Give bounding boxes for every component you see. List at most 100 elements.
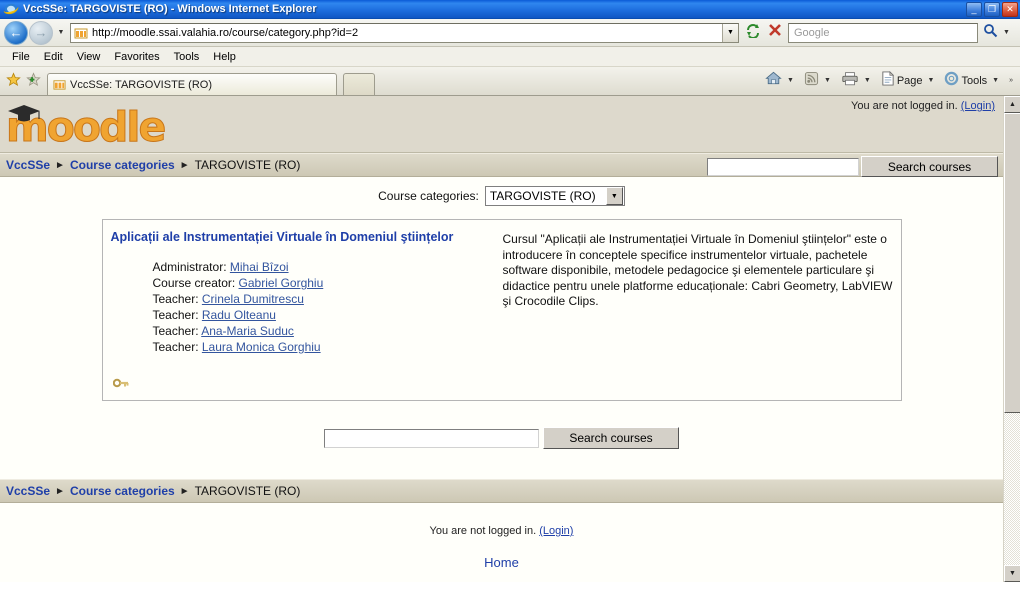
- add-star-icon: [25, 72, 41, 92]
- breadcrumb-separator-icon: ►: [55, 159, 65, 171]
- home-caret-icon[interactable]: ▼: [784, 77, 797, 84]
- person-role: Teacher:: [152, 292, 199, 306]
- browser-tab-active[interactable]: VccSSe: TARGOVISTE (RO): [47, 73, 337, 95]
- person-name-link[interactable]: Laura Monica Gorghiu: [202, 340, 321, 354]
- forward-button[interactable]: →: [29, 20, 53, 45]
- login-status-text: You are not logged in.: [851, 100, 958, 112]
- breadcrumb-item-vccsse[interactable]: VccSSe: [6, 484, 50, 498]
- chevron-down-icon[interactable]: ▼: [605, 187, 623, 205]
- scroll-up-button[interactable]: ▲: [1004, 96, 1020, 113]
- breadcrumb-item-current: TARGOVISTE (RO): [194, 484, 301, 498]
- feeds-caret-icon[interactable]: ▼: [821, 77, 834, 84]
- list-item: Teacher: Laura Monica Gorghiu: [153, 339, 487, 355]
- login-status: You are not logged in. (Login): [851, 100, 995, 112]
- person-name-link[interactable]: Gabriel Gorghiu: [239, 276, 324, 290]
- window-title-bar: VccSSe: TARGOVISTE (RO) - Windows Intern…: [0, 0, 1020, 19]
- command-overflow-button[interactable]: »: [1006, 77, 1016, 84]
- breadcrumb-separator-icon: ►: [179, 159, 190, 171]
- back-arrow-icon: ←: [9, 25, 23, 40]
- address-url-text: http://moodle.ssai.valahia.ro/course/cat…: [92, 26, 359, 39]
- person-role: Administrator:: [152, 260, 227, 274]
- breadcrumb-item-vccsse[interactable]: VccSSe: [6, 158, 50, 172]
- favorites-center-button[interactable]: [3, 71, 23, 93]
- printer-icon: [841, 71, 859, 91]
- address-toolbar: ← → ▼ http://moodle.ssai.valahia.ro/cour…: [0, 19, 1020, 47]
- bottom-navbar-wrapper: VccSSe ► Course categories ► TARGOVISTE …: [0, 479, 1003, 503]
- address-dropdown-icon[interactable]: ▼: [722, 23, 738, 42]
- browser-search-go[interactable]: ▼: [980, 22, 1016, 43]
- menu-item-help[interactable]: Help: [206, 50, 243, 64]
- restore-button[interactable]: ❐: [984, 2, 1000, 17]
- back-button[interactable]: ←: [4, 20, 28, 45]
- new-tab-button[interactable]: [343, 73, 375, 95]
- moodle-site-header: moodle You are not logged in. (Login): [0, 96, 1003, 153]
- bottom-search-courses-button[interactable]: Search courses: [543, 427, 679, 449]
- refresh-button[interactable]: [742, 22, 764, 43]
- course-category-select[interactable]: TARGOVISTE (RO) ▼: [484, 186, 625, 206]
- graduation-cap-icon: [6, 102, 42, 131]
- scrollbar-thumb[interactable]: [1004, 113, 1020, 413]
- menu-item-view[interactable]: View: [70, 50, 108, 64]
- header-search-input[interactable]: [707, 157, 859, 176]
- minimize-button[interactable]: _: [966, 2, 982, 17]
- list-item: Course creator: Gabriel Gorghiu: [153, 275, 487, 291]
- tools-menu-label: Tools: [961, 74, 988, 87]
- login-link[interactable]: (Login): [961, 100, 995, 112]
- browser-search-caret[interactable]: ▼: [1000, 29, 1013, 36]
- window-title: VccSSe: TARGOVISTE (RO) - Windows Intern…: [23, 3, 317, 15]
- person-name-link[interactable]: Mihai Bîzoi: [230, 260, 289, 274]
- course-people-list: Administrator: Mihai Bîzoi Course creato…: [153, 259, 487, 355]
- person-name-link[interactable]: Radu Olteanu: [202, 308, 276, 322]
- feeds-button[interactable]: ▼: [801, 70, 837, 92]
- home-button[interactable]: ▼: [762, 69, 800, 92]
- scroll-down-button[interactable]: ▼: [1004, 565, 1020, 582]
- menu-item-favorites[interactable]: Favorites: [107, 50, 166, 64]
- browser-search-placeholder: Google: [794, 26, 830, 39]
- close-button[interactable]: ✕: [1002, 2, 1018, 17]
- breadcrumb-item-current: TARGOVISTE (RO): [194, 158, 301, 172]
- footer-login-status: You are not logged in. (Login): [0, 525, 1003, 537]
- moodle-favicon: [74, 26, 88, 40]
- print-button[interactable]: ▼: [838, 70, 877, 92]
- breadcrumb: VccSSe ► Course categories ► TARGOVISTE …: [6, 484, 300, 498]
- header-search-courses-button[interactable]: Search courses: [861, 156, 998, 177]
- key-icon: [112, 376, 129, 394]
- footer-home: Home: [0, 555, 1003, 570]
- vertical-scrollbar[interactable]: ▲ ▼: [1003, 96, 1020, 582]
- stop-button[interactable]: [764, 22, 786, 43]
- page-caret-icon[interactable]: ▼: [925, 77, 938, 84]
- breadcrumb-item-course-categories[interactable]: Course categories: [70, 484, 175, 498]
- breadcrumb-separator-icon: ►: [55, 485, 65, 497]
- footer-login-link[interactable]: (Login): [539, 525, 573, 537]
- page-menu-label: Page: [896, 74, 923, 87]
- course-listing-box: Aplicații ale Instrumentației Virtuale î…: [101, 219, 902, 401]
- person-role: Course creator:: [152, 276, 236, 290]
- moodle-logo[interactable]: moodle: [4, 100, 167, 148]
- history-dropdown-button[interactable]: ▼: [54, 22, 68, 44]
- page-menu-button[interactable]: Page ▼: [878, 70, 941, 92]
- menu-item-edit[interactable]: Edit: [37, 50, 70, 64]
- browser-search-input[interactable]: Google: [788, 22, 978, 43]
- tab-bar: VccSSe: TARGOVISTE (RO) ▼ ▼ ▼ Page ▼ Too…: [0, 67, 1020, 96]
- home-link[interactable]: Home: [484, 555, 519, 570]
- list-item: Teacher: Radu Olteanu: [153, 307, 487, 323]
- top-navbar: VccSSe ► Course categories ► TARGOVISTE …: [0, 153, 1003, 177]
- print-caret-icon[interactable]: ▼: [861, 77, 874, 84]
- course-name-link[interactable]: Aplicații ale Instrumentației Virtuale î…: [111, 230, 487, 245]
- search-icon: [983, 23, 998, 43]
- menu-item-tools[interactable]: Tools: [167, 50, 207, 64]
- course-category-selector-row: Course categories: TARGOVISTE (RO) ▼: [0, 181, 1003, 211]
- add-to-favorites-button[interactable]: [23, 71, 43, 93]
- bottom-search-input[interactable]: [324, 428, 539, 448]
- tools-caret-icon[interactable]: ▼: [989, 77, 1002, 84]
- page-footer: You are not logged in. (Login) Home: [0, 525, 1003, 570]
- menu-item-file[interactable]: File: [5, 50, 37, 64]
- course-categories-label: Course categories:: [378, 189, 479, 203]
- tools-menu-button[interactable]: Tools ▼: [941, 70, 1005, 92]
- breadcrumb-item-course-categories[interactable]: Course categories: [70, 158, 175, 172]
- address-input[interactable]: http://moodle.ssai.valahia.ro/course/cat…: [70, 22, 739, 43]
- window-controls: _ ❐ ✕: [966, 2, 1018, 17]
- person-name-link[interactable]: Crinela Dumitrescu: [202, 292, 304, 306]
- person-name-link[interactable]: Ana-Maria Suduc: [201, 324, 294, 338]
- list-item: Administrator: Mihai Bîzoi: [153, 259, 487, 275]
